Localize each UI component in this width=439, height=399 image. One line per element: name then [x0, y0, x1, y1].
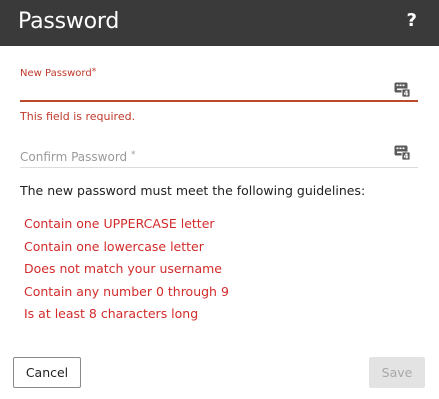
new-password-label: New Password*: [20, 66, 96, 80]
confirm-password-underline: [20, 167, 418, 168]
rule-item: Contain one UPPERCASE letter: [24, 216, 215, 231]
new-password-error: This field is required.: [20, 110, 136, 123]
keyboard-icon[interactable]: 4: [394, 81, 410, 97]
rule-item: Contain one lowercase letter: [24, 238, 204, 254]
rule-item: Contain any number 0 through 9: [24, 283, 229, 299]
guidelines-intro: The new password must meet the following…: [20, 183, 366, 198]
confirm-password-field: Confirm Password * 4: [20, 144, 418, 170]
required-mark: *: [91, 67, 97, 77]
help-icon[interactable]: ?: [407, 9, 417, 33]
rule-item: Does not match your username: [24, 261, 222, 276]
cancel-button[interactable]: Cancel: [13, 357, 81, 388]
confirm-password-input[interactable]: [20, 146, 390, 164]
new-password-label-text: New Password: [20, 68, 92, 79]
svg-text:4: 4: [404, 90, 409, 98]
svg-text:4: 4: [404, 153, 409, 161]
new-password-underline: [20, 100, 418, 102]
rule-item: Is at least 8 characters long: [24, 306, 199, 321]
dialog-titlebar: Password ?: [0, 0, 439, 46]
keyboard-icon[interactable]: 4: [394, 144, 410, 160]
dialog-title: Password: [18, 9, 120, 34]
save-button[interactable]: Save: [369, 357, 425, 388]
password-rules-list: Contain one UPPERCASE letter Contain one…: [24, 216, 229, 329]
new-password-field: New Password* 4 This field is required.: [20, 66, 418, 126]
